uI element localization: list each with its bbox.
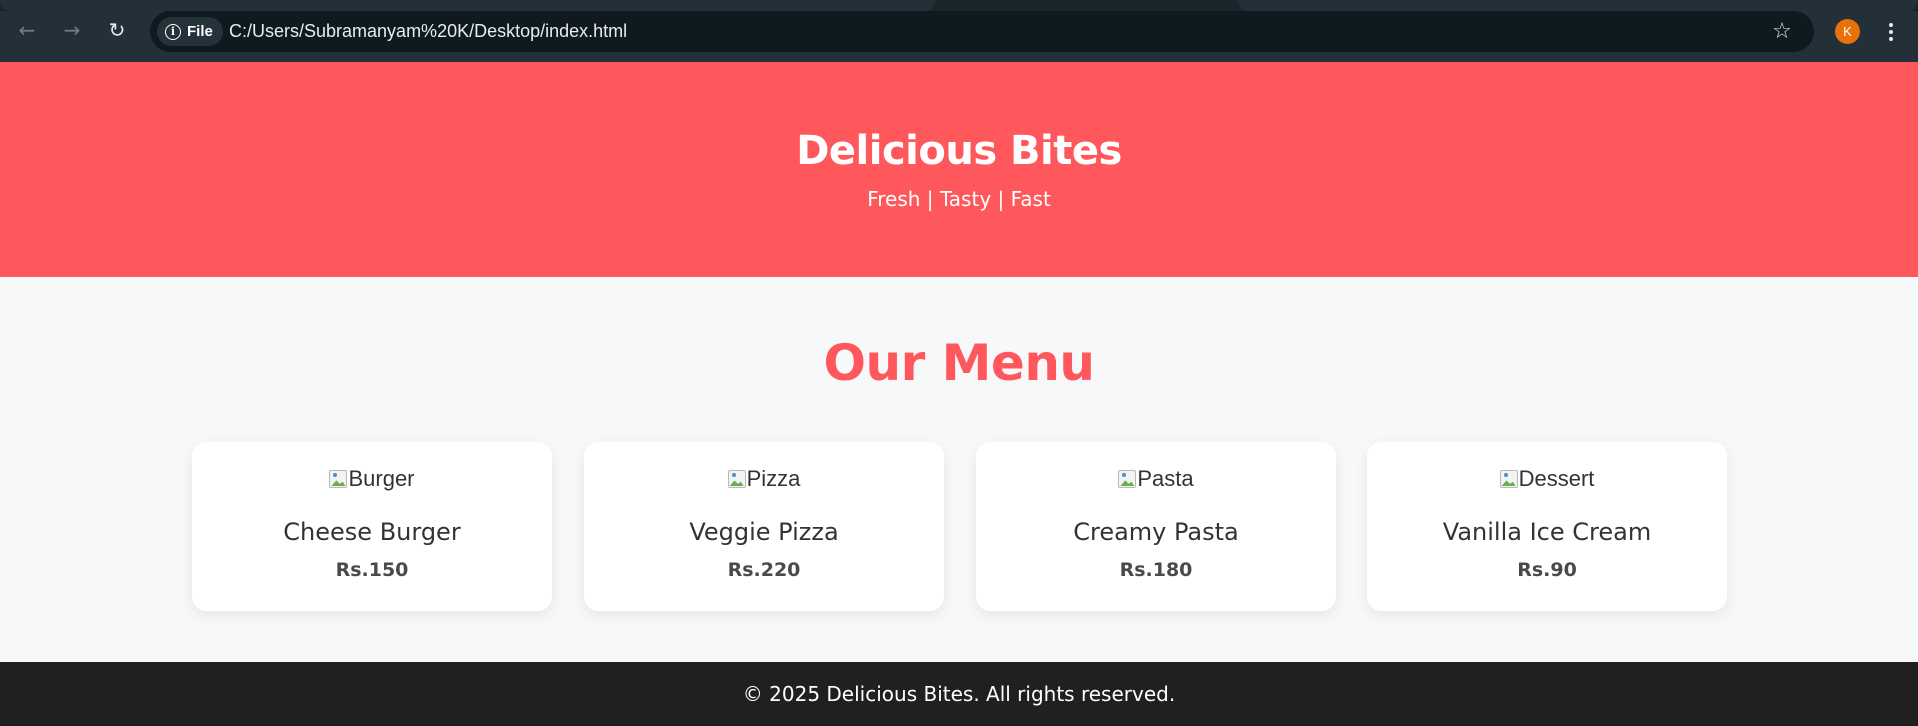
image-alt-text: Burger <box>348 466 415 491</box>
profile-avatar[interactable]: K <box>1835 19 1860 44</box>
menu-item-image: Dessert <box>1367 466 1727 492</box>
image-alt-text: Pizza <box>746 466 801 491</box>
star-icon[interactable]: ☆ <box>1768 18 1796 46</box>
menu-item-image: Pasta <box>976 466 1336 492</box>
site-info-chip[interactable]: i File <box>157 17 223 46</box>
back-button[interactable]: ← <box>11 14 43 46</box>
page-footer: © 2025 Delicious Bites. All rights reser… <box>0 662 1918 726</box>
more-vert-icon[interactable] <box>1881 17 1901 47</box>
browser-toolbar: ← → ↻ i File C:/Users/Subramanyam%20K/De… <box>0 0 1918 62</box>
menu-item-name: Cheese Burger <box>283 518 461 546</box>
address-bar[interactable]: i File C:/Users/Subramanyam%20K/Desktop/… <box>150 11 1814 52</box>
image-alt-text: Dessert <box>1518 466 1595 491</box>
menu-item-name: Vanilla Ice Cream <box>1442 518 1652 546</box>
forward-button[interactable]: → <box>56 14 88 46</box>
menu-item-image: Pizza <box>584 466 944 492</box>
info-icon: i <box>165 23 181 40</box>
menu-card: Burger Cheese Burger Rs.150 <box>192 442 552 611</box>
tab-right[interactable] <box>1238 0 1918 11</box>
broken-image-icon <box>329 470 348 488</box>
menu-item-name: Veggie Pizza <box>689 518 839 546</box>
profile-initial: K <box>1843 24 1852 39</box>
menu-item-price: Rs.90 <box>1517 559 1577 581</box>
menu-item-price: Rs.180 <box>1119 559 1193 581</box>
footer-copyright: © 2025 Delicious Bites. All rights reser… <box>742 682 1176 706</box>
menu-item-image: Burger <box>192 466 552 492</box>
reload-icon: ↻ <box>108 18 126 42</box>
tab-strip <box>0 0 1918 11</box>
site-title: Delicious Bites <box>796 128 1122 174</box>
broken-image-icon <box>1499 470 1518 488</box>
arrow-right-icon: → <box>63 18 81 42</box>
broken-image-icon <box>727 470 746 488</box>
image-alt-text: Pasta <box>1137 466 1194 491</box>
menu-card: Pasta Creamy Pasta Rs.180 <box>976 442 1336 611</box>
arrow-left-icon: ← <box>18 18 36 42</box>
menu-item-price: Rs.220 <box>727 559 801 581</box>
menu-heading: Our Menu <box>823 334 1095 392</box>
menu-card: Pizza Veggie Pizza Rs.220 <box>584 442 944 611</box>
broken-image-icon <box>1118 470 1137 488</box>
reload-button[interactable]: ↻ <box>101 14 133 46</box>
menu-item-price: Rs.150 <box>335 559 409 581</box>
tab-left[interactable] <box>0 0 935 11</box>
site-tagline: Fresh | Tasty | Fast <box>867 187 1051 211</box>
url-text[interactable]: C:/Users/Subramanyam%20K/Desktop/index.h… <box>229 11 627 52</box>
hero-banner: Delicious Bites Fresh | Tasty | Fast <box>0 62 1918 277</box>
menu-card: Dessert Vanilla Ice Cream Rs.90 <box>1367 442 1727 611</box>
menu-item-name: Creamy Pasta <box>1073 518 1239 546</box>
site-chip-label: File <box>187 23 213 40</box>
